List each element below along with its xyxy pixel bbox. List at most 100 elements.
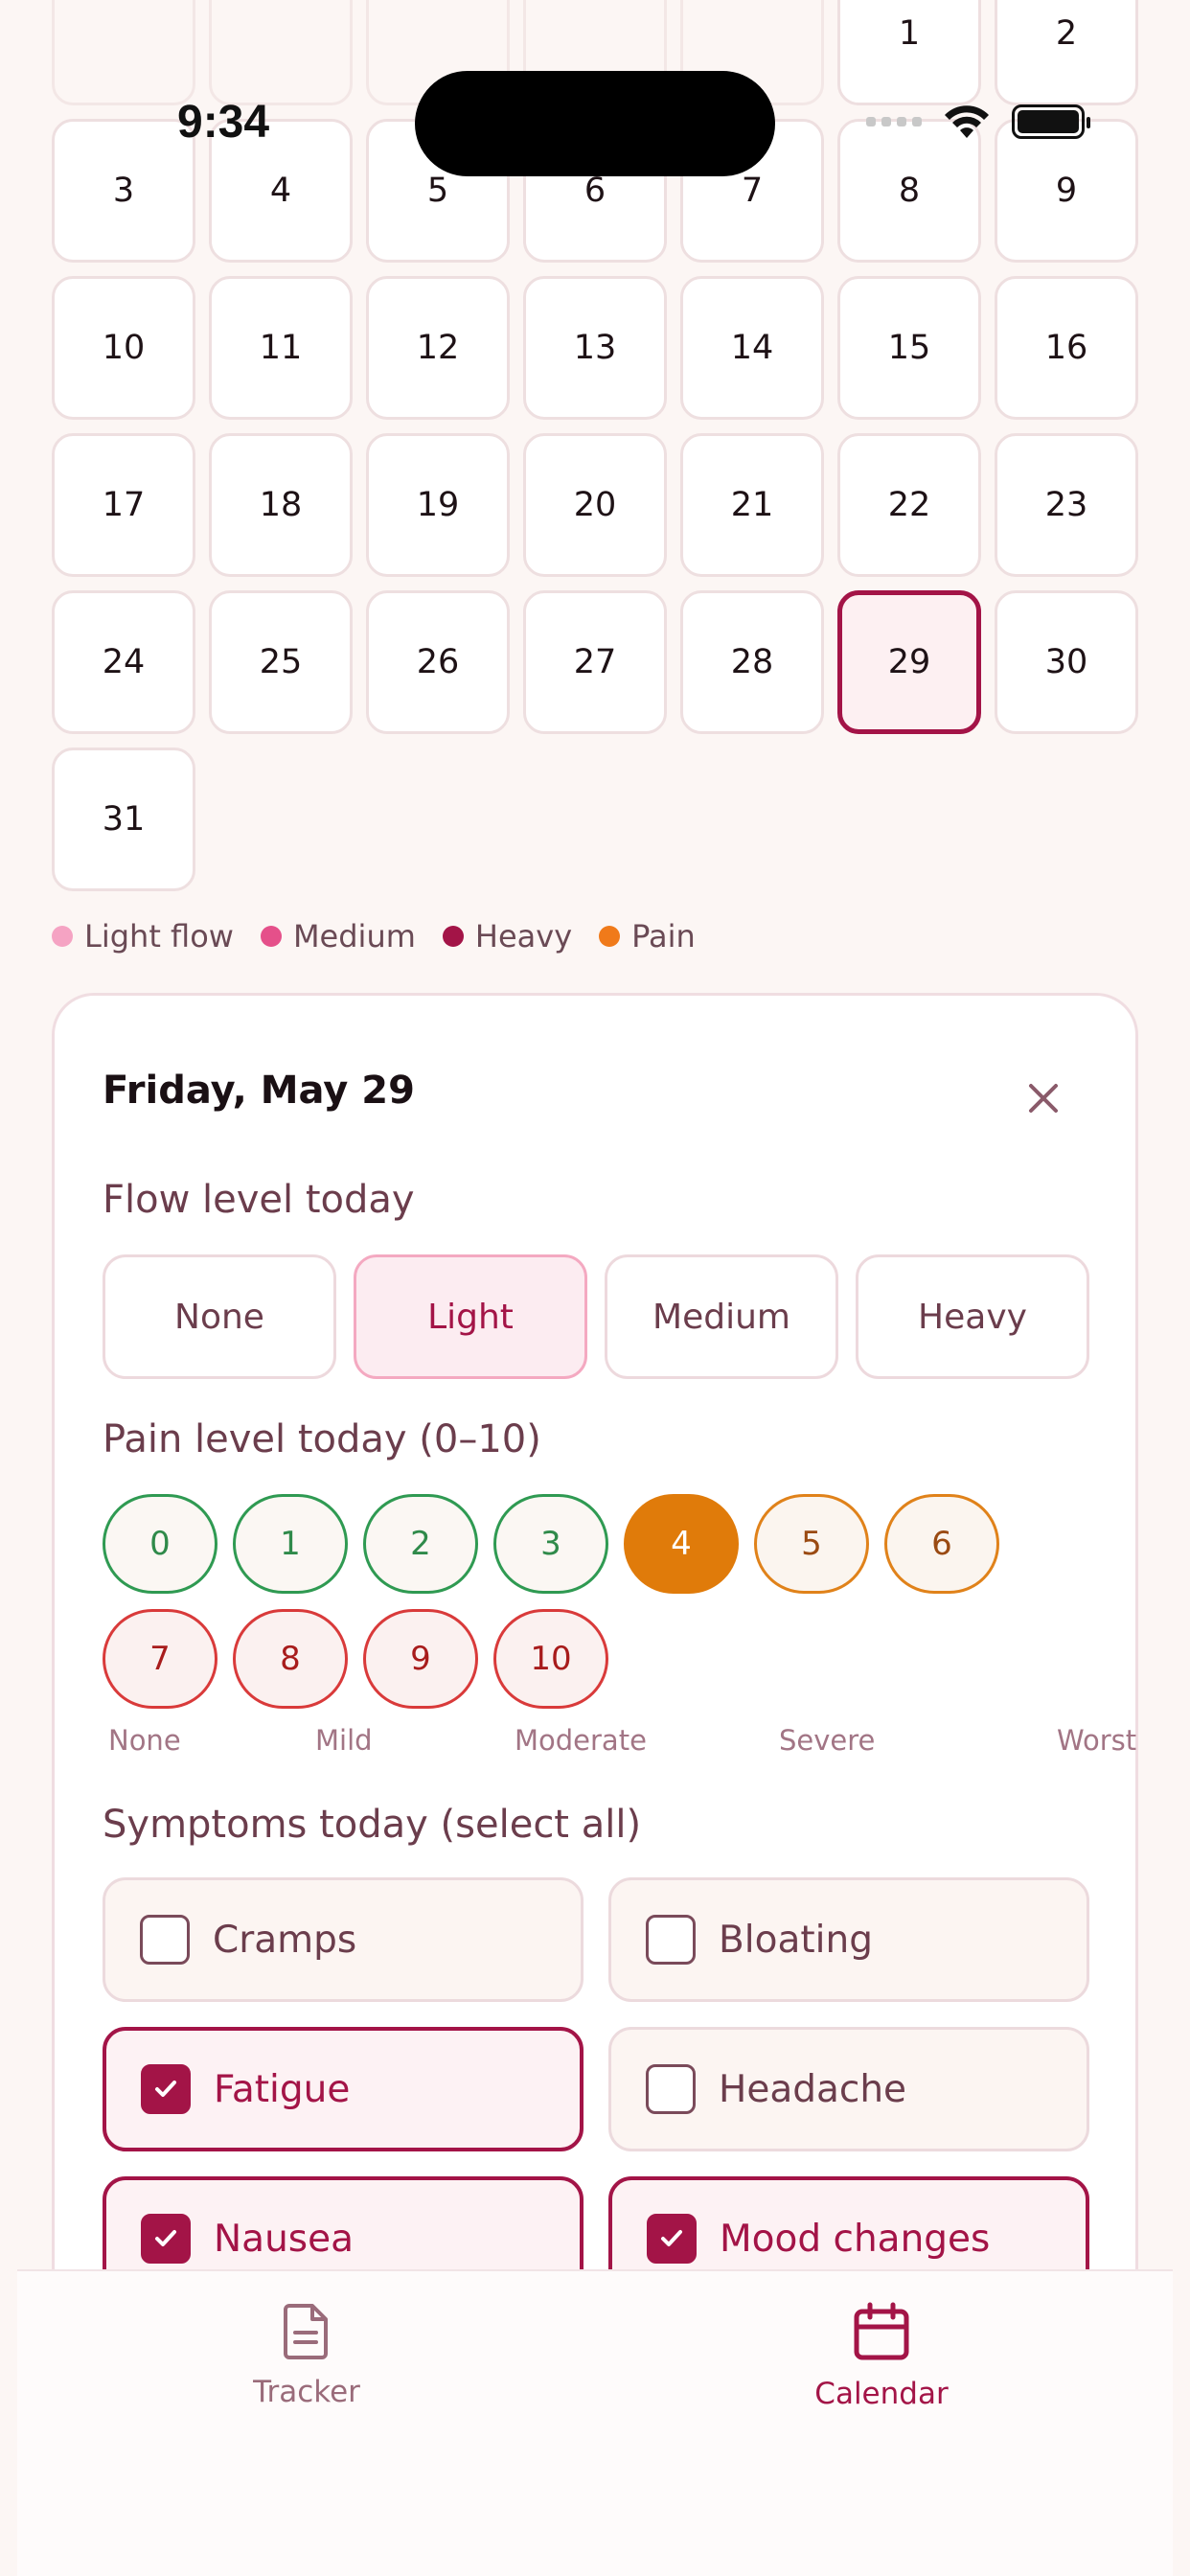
- calendar-day[interactable]: 19: [366, 433, 510, 577]
- pain-scale-label: Worst: [1057, 1724, 1137, 1757]
- pain-level-button-selected[interactable]: 4: [624, 1494, 739, 1594]
- symptom-options: Cramps Bloating Fatigue Headache Nausea …: [103, 1877, 1089, 2301]
- calendar-day[interactable]: 31: [52, 748, 195, 891]
- legend-item: Medium: [260, 918, 416, 954]
- calendar-day[interactable]: 18: [209, 433, 353, 577]
- pain-level-button[interactable]: 0: [103, 1494, 217, 1594]
- tab-calendar[interactable]: Calendar: [738, 2302, 1025, 2411]
- calendar-day-selected[interactable]: 29: [837, 590, 981, 734]
- flow-options: None Light Medium Heavy: [103, 1254, 1089, 1379]
- pain-level-button[interactable]: 3: [493, 1494, 608, 1594]
- pain-level-button[interactable]: 10: [493, 1609, 608, 1709]
- pain-level-button[interactable]: 2: [363, 1494, 478, 1594]
- wifi-icon: [945, 105, 989, 138]
- calendar-day[interactable]: 3: [52, 119, 195, 263]
- flow-option-heavy[interactable]: Heavy: [856, 1254, 1089, 1379]
- pain-level-button[interactable]: 5: [754, 1494, 869, 1594]
- symptom-label: Headache: [719, 2067, 907, 2111]
- symptom-cramps[interactable]: Cramps: [103, 1877, 584, 2002]
- calendar-day[interactable]: 16: [995, 276, 1138, 420]
- status-icons: [866, 104, 1090, 140]
- legend-label: Pain: [631, 918, 696, 954]
- flow-option-light[interactable]: Light: [354, 1254, 587, 1379]
- symptom-label: Cramps: [213, 1918, 357, 1962]
- tab-label: Tracker: [253, 2375, 360, 2409]
- calendar-day[interactable]: 17: [52, 433, 195, 577]
- cellular-signal-icon: [866, 117, 922, 126]
- calendar-day[interactable]: 12: [366, 276, 510, 420]
- legend-dot: [52, 926, 73, 947]
- symptom-headache[interactable]: Headache: [608, 2027, 1089, 2151]
- calendar-day-empty: [52, 0, 195, 105]
- symptom-label: Nausea: [214, 2217, 355, 2261]
- symptom-fatigue[interactable]: Fatigue: [103, 2027, 584, 2151]
- pain-level-button[interactable]: 9: [363, 1609, 478, 1709]
- legend-label: Light flow: [84, 918, 234, 954]
- flow-option-none[interactable]: None: [103, 1254, 336, 1379]
- calendar-day[interactable]: 25: [209, 590, 353, 734]
- legend-label: Medium: [292, 918, 416, 954]
- battery-icon: [1012, 104, 1090, 139]
- bottom-tab-bar: Tracker Calendar: [17, 2269, 1173, 2576]
- pain-level-button[interactable]: 6: [884, 1494, 999, 1594]
- checkbox[interactable]: [646, 2064, 696, 2114]
- status-time: 9:34: [177, 97, 270, 148]
- pain-level-button[interactable]: 1: [233, 1494, 348, 1594]
- checkmark-icon: [155, 2230, 176, 2246]
- calendar-icon: [854, 2302, 909, 2360]
- checkbox[interactable]: [646, 1915, 696, 1965]
- checkbox-checked[interactable]: [141, 2214, 191, 2264]
- calendar-day[interactable]: 10: [52, 276, 195, 420]
- dynamic-island: [415, 71, 775, 176]
- legend-dot: [599, 926, 621, 947]
- calendar-day[interactable]: 26: [366, 590, 510, 734]
- flow-legend: Light flow Medium Heavy Pain: [52, 918, 696, 954]
- tab-tracker[interactable]: Tracker: [163, 2302, 450, 2409]
- pain-scale-label: None: [108, 1724, 181, 1757]
- calendar-day[interactable]: 9: [995, 119, 1138, 263]
- calendar-day[interactable]: 1: [837, 0, 981, 105]
- calendar-day[interactable]: 21: [680, 433, 824, 577]
- calendar-day[interactable]: 2: [995, 0, 1138, 105]
- calendar-day[interactable]: 11: [209, 276, 353, 420]
- legend-label: Heavy: [474, 918, 573, 954]
- checkbox-checked[interactable]: [141, 2064, 191, 2114]
- calendar-day[interactable]: 27: [523, 590, 667, 734]
- calendar-day[interactable]: 14: [680, 276, 824, 420]
- calendar-day[interactable]: 22: [837, 433, 981, 577]
- checkbox-checked[interactable]: [647, 2214, 697, 2264]
- detail-date-title: Friday, May 29: [103, 1069, 415, 1113]
- calendar-day[interactable]: 23: [995, 433, 1138, 577]
- flow-option-medium[interactable]: Medium: [605, 1254, 838, 1379]
- pain-level-options: 0 1 2 3 4 5 6 7 8 9 10: [103, 1494, 1022, 1709]
- symptom-label: Mood changes: [720, 2217, 991, 2261]
- pain-scale-label: Moderate: [515, 1724, 647, 1757]
- calendar-day[interactable]: 24: [52, 590, 195, 734]
- legend-item: Heavy: [442, 918, 573, 954]
- calendar-day[interactable]: 8: [837, 119, 981, 263]
- calendar-day[interactable]: 30: [995, 590, 1138, 734]
- symptom-bloating[interactable]: Bloating: [608, 1877, 1089, 2002]
- checkbox[interactable]: [140, 1915, 190, 1965]
- calendar-day[interactable]: 20: [523, 433, 667, 577]
- checkmark-icon: [155, 2081, 176, 2097]
- legend-dot: [442, 926, 464, 947]
- legend-dot: [260, 926, 282, 947]
- checkmark-icon: [661, 2230, 682, 2246]
- calendar-day[interactable]: 15: [837, 276, 981, 420]
- close-button[interactable]: [1018, 1072, 1069, 1124]
- symptom-label: Fatigue: [214, 2067, 351, 2111]
- pain-section-label: Pain level today (0–10): [103, 1417, 541, 1461]
- pain-level-button[interactable]: 7: [103, 1609, 217, 1709]
- legend-item: Pain: [599, 918, 696, 954]
- symptom-label: Bloating: [719, 1918, 873, 1962]
- pain-scale-label: Mild: [315, 1724, 373, 1757]
- legend-item: Light flow: [52, 918, 234, 954]
- calendar-day[interactable]: 28: [680, 590, 824, 734]
- calendar-day-empty: [209, 0, 353, 105]
- pain-level-button[interactable]: 8: [233, 1609, 348, 1709]
- pain-scale-label: Severe: [779, 1724, 876, 1757]
- calendar-day[interactable]: 13: [523, 276, 667, 420]
- symptoms-section-label: Symptoms today (select all): [103, 1803, 642, 1847]
- tab-label: Calendar: [814, 2377, 949, 2411]
